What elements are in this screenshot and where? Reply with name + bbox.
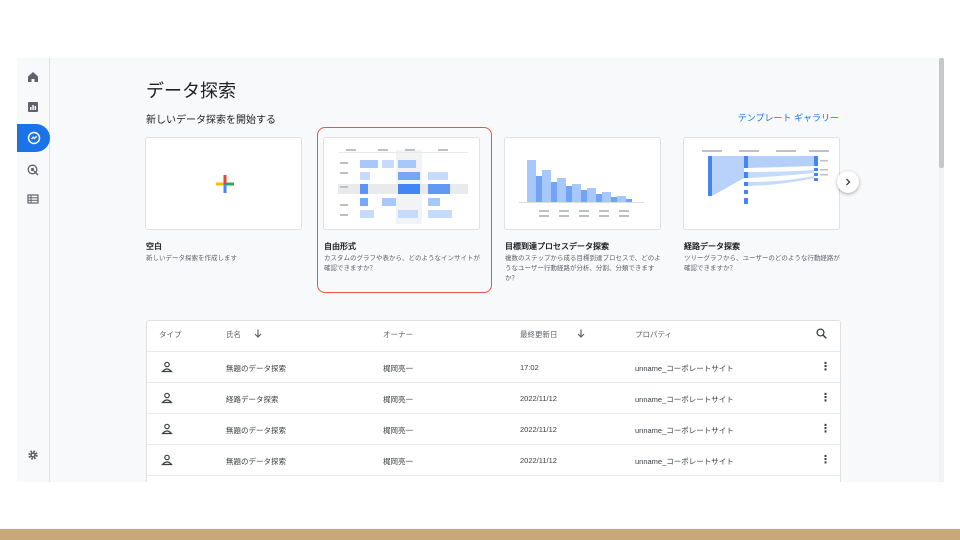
row-name[interactable]: 無題のデータ探索	[226, 425, 286, 436]
more-vert-icon[interactable]: ⋮	[820, 422, 831, 435]
row-updated: 17:02	[520, 363, 539, 372]
sort-arrow-down-icon[interactable]	[577, 329, 585, 338]
row-property: unname_コーポレートサイト	[635, 457, 734, 466]
column-header-owner[interactable]: オーナー	[383, 329, 413, 340]
explorations-app: データ探索 新しいデータ探索を開始する テンプレート ギャラリー 空白 新しいデ…	[17, 58, 944, 482]
column-header-updated[interactable]: 最終更新日	[520, 329, 558, 340]
scrollbar[interactable]	[939, 58, 944, 482]
row-divider	[147, 475, 842, 476]
scrollbar-thumb[interactable]	[939, 58, 944, 168]
row-owner: 梶岡亮一	[383, 457, 413, 466]
template-card-funnel[interactable]	[504, 137, 661, 230]
card-desc-path: ツリーグラフから、ユーザーのどのような行動経路が確認できますか？	[684, 255, 840, 272]
row-divider	[147, 351, 842, 352]
more-vert-icon[interactable]: ⋮	[820, 360, 831, 373]
person-icon	[161, 391, 173, 404]
person-icon	[161, 422, 173, 435]
row-divider	[147, 444, 842, 445]
template-gallery-link[interactable]: テンプレート ギャラリー	[738, 111, 839, 124]
row-updated: 2022/11/12	[520, 456, 557, 465]
row-name[interactable]: 経路データ探索	[226, 394, 279, 405]
carousel-next-button[interactable]	[837, 171, 859, 193]
column-header-type[interactable]: タイプ	[159, 329, 182, 340]
plus-icon	[216, 175, 234, 193]
row-owner: 梶岡亮一	[383, 395, 413, 404]
advertising-icon[interactable]	[22, 159, 44, 181]
reports-icon[interactable]	[22, 96, 44, 118]
sort-arrow-down-icon[interactable]	[254, 329, 262, 338]
card-desc-funnel: 複数のステップから成る目標到達プロセスで、どのようなユーザー行動経路が分析、分割…	[505, 255, 661, 282]
chevron-right-icon	[846, 178, 851, 186]
path-thumbnail	[702, 150, 829, 204]
row-updated: 2022/11/12	[520, 394, 557, 403]
row-property: unname_コーポレートサイト	[635, 395, 734, 404]
more-vert-icon[interactable]: ⋮	[820, 391, 831, 404]
template-card-blank[interactable]	[145, 137, 302, 230]
row-name[interactable]: 無題のデータ探索	[226, 456, 286, 467]
row-owner: 梶岡亮一	[383, 364, 413, 373]
configure-icon[interactable]	[22, 188, 44, 210]
explorations-table: タイプ 氏名 オーナー 最終更新日 プロパティ 無題のデータ探索 梶岡亮一 17…	[146, 320, 842, 482]
row-owner: 梶岡亮一	[383, 426, 413, 435]
card-title-path: 経路データ探索	[684, 242, 740, 251]
card-title-blank: 空白	[146, 242, 162, 251]
slide-footer-bar	[0, 529, 960, 540]
row-updated: 2022/11/12	[520, 425, 557, 434]
card-title-funnel: 目標到達プロセスデータ探索	[505, 242, 609, 251]
column-header-name[interactable]: 氏名	[226, 329, 241, 340]
page-title: データ探索	[146, 81, 236, 101]
person-icon	[161, 360, 173, 373]
search-icon[interactable]	[816, 328, 827, 339]
gear-icon[interactable]	[22, 444, 44, 466]
row-property: unname_コーポレートサイト	[635, 426, 734, 435]
row-name[interactable]: 無題のデータ探索	[226, 363, 286, 374]
section-subtitle: 新しいデータ探索を開始する	[146, 115, 276, 126]
explore-icon[interactable]	[17, 124, 50, 152]
row-divider	[147, 413, 842, 414]
home-icon[interactable]	[22, 66, 44, 88]
column-header-property[interactable]: プロパティ	[635, 329, 672, 340]
nav-rail	[17, 58, 50, 482]
row-divider	[147, 382, 842, 383]
card-desc-blank: 新しいデータ探索を作成します	[146, 255, 237, 262]
template-card-path[interactable]	[683, 137, 840, 230]
row-property: unname_コーポレートサイト	[635, 364, 734, 373]
more-vert-icon[interactable]: ⋮	[820, 453, 831, 466]
person-icon	[161, 453, 173, 466]
funnel-thumbnail	[519, 160, 644, 217]
selection-highlight	[317, 127, 492, 293]
